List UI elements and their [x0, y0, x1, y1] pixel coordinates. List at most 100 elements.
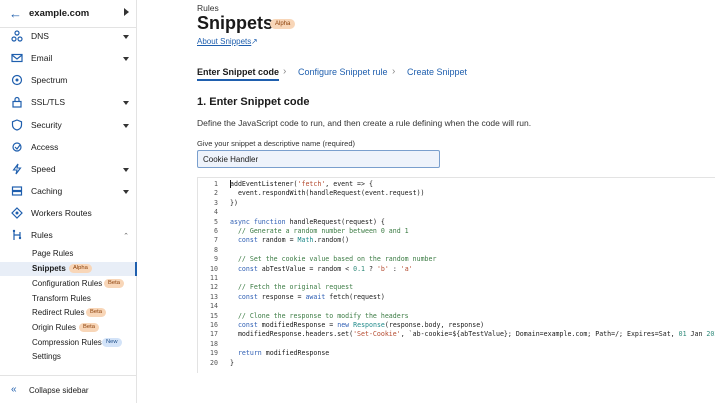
subitem-label: Redirect Rules: [32, 308, 85, 317]
collapse-sidebar-button[interactable]: « Collapse sidebar: [0, 375, 137, 403]
step-create-snippet[interactable]: Create Snippet: [407, 67, 467, 77]
line-number: 19: [210, 349, 218, 358]
alpha-badge: Alpha: [270, 19, 296, 29]
code-text[interactable]: event.respondWith(handleRequest(event.re…: [230, 189, 425, 198]
code-line[interactable]: 9 // Set the cookie value based on the r…: [198, 255, 715, 264]
back-arrow-icon[interactable]: ←: [9, 7, 22, 21]
line-number: 20: [210, 358, 218, 367]
sidebar-item-workers-routes[interactable]: Workers Routes: [0, 204, 137, 224]
sidebar-item-caching[interactable]: Caching: [0, 182, 137, 202]
code-line[interactable]: 15 // Clone the response to modify the h…: [198, 312, 715, 321]
sidebar-subitem-origin-rules[interactable]: Origin Rules Beta: [0, 321, 137, 335]
sidebar-item-access[interactable]: Access: [0, 138, 137, 158]
code-line[interactable]: 8: [198, 246, 715, 255]
code-text[interactable]: }): [230, 199, 238, 208]
code-text[interactable]: addEventListener('fetch', event => {: [230, 180, 373, 189]
line-number: 17: [210, 330, 218, 339]
code-line[interactable]: 16 const modifiedResponse = new Response…: [198, 321, 715, 330]
line-number: 9: [214, 255, 218, 264]
chevron-down-icon: [123, 124, 129, 128]
code-editor[interactable]: 1 addEventListener('fetch', event => {2 e…: [197, 177, 715, 373]
domain-name[interactable]: example.com: [29, 8, 89, 19]
code-text[interactable]: const abTestValue = random < 0.1 ? 'b' :…: [230, 265, 413, 274]
chevron-down-icon: [123, 168, 129, 172]
code-text[interactable]: modifiedResponse.headers.set('Set-Cookie…: [230, 330, 715, 339]
line-number: 8: [214, 245, 218, 254]
sidebar-item-speed[interactable]: Speed: [0, 160, 137, 180]
line-number: 2: [214, 189, 218, 198]
code-text[interactable]: async function handleRequest(request) {: [230, 218, 385, 227]
code-text[interactable]: const random = Math.random(): [230, 236, 349, 245]
step-configure-snippet-rule[interactable]: Configure Snippet rule: [298, 67, 388, 77]
chevron-down-icon: [123, 57, 129, 61]
network-icon: [11, 30, 23, 42]
chevron-down-icon: [123, 190, 129, 194]
sidebar-subitem-page-rules[interactable]: Page Rules: [0, 247, 137, 261]
sidebar-item-label: Spectrum: [31, 75, 68, 85]
line-number: 14: [210, 302, 218, 311]
sidebar-item-spectrum[interactable]: Spectrum: [0, 71, 137, 91]
code-text[interactable]: // Generate a random number between 0 an…: [230, 227, 409, 236]
chevron-right-icon[interactable]: [124, 8, 129, 16]
code-text[interactable]: }: [230, 359, 234, 368]
spectrum-icon: [11, 74, 23, 86]
code-text[interactable]: const response = await fetch(request): [230, 293, 385, 302]
sidebar-subitem-redirect-rules[interactable]: Redirect Rules Beta: [0, 306, 137, 320]
code-line[interactable]: 6 // Generate a random number between 0 …: [198, 227, 715, 236]
subitem-label: Settings: [32, 352, 61, 361]
sidebar-item-dns[interactable]: DNS: [0, 27, 137, 47]
subitem-label: Origin Rules: [32, 323, 77, 332]
line-number: 5: [214, 217, 218, 226]
caching-icon: [11, 186, 23, 196]
step-enter-snippet-code[interactable]: Enter Snippet code: [197, 67, 279, 77]
code-line[interactable]: 2 event.respondWith(handleRequest(event.…: [198, 189, 715, 198]
code-line[interactable]: 12 // Fetch the original request: [198, 283, 715, 292]
code-text[interactable]: const modifiedResponse = new Response(re…: [230, 321, 484, 330]
section-title: 1. Enter Snippet code: [197, 96, 310, 108]
sidebar-item-email[interactable]: Email: [0, 49, 137, 69]
code-line[interactable]: 18: [198, 340, 715, 349]
line-number: 12: [210, 283, 218, 292]
line-number: 16: [210, 321, 218, 329]
rules-icon: [12, 229, 22, 240]
code-text[interactable]: // Fetch the original request: [230, 283, 353, 292]
sidebar-header: ← example.com: [0, 0, 137, 28]
code-line[interactable]: 1 addEventListener('fetch', event => {: [198, 180, 715, 189]
sidebar-item-security[interactable]: Security: [0, 116, 137, 136]
breadcrumb[interactable]: Rules: [197, 3, 219, 13]
sidebar-subitem-compression-rules[interactable]: Compression Rules New: [0, 336, 137, 350]
code-text[interactable]: // Set the cookie value based on the ran…: [230, 255, 437, 264]
sidebar-subitem-transform-rules[interactable]: Transform Rules: [0, 292, 137, 306]
code-line[interactable]: 4: [198, 208, 715, 217]
snippet-name-label: Give your snippet a descriptive name (re…: [197, 139, 355, 148]
sidebar-subitem-snippets[interactable]: Snippets Alpha: [0, 262, 137, 276]
code-text[interactable]: // Clone the response to modify the head…: [230, 312, 409, 321]
sidebar-item-rules[interactable]: Rules ⌃: [0, 226, 137, 246]
code-line[interactable]: 14: [198, 302, 715, 311]
new-badge: New: [102, 338, 122, 347]
code-line[interactable]: 5 async function handleRequest(request) {: [198, 218, 715, 227]
code-line[interactable]: 13 const response = await fetch(request): [198, 293, 715, 302]
snippet-name-input[interactable]: [197, 150, 440, 168]
code-line[interactable]: 10 const abTestValue = random < 0.1 ? 'b…: [198, 265, 715, 274]
alpha-badge: Alpha: [69, 264, 92, 273]
chevron-down-icon: [123, 35, 129, 39]
code-line[interactable]: 3}): [198, 199, 715, 208]
workers-icon: [11, 207, 23, 219]
about-snippets-link[interactable]: About Snippets: [197, 37, 251, 46]
code-line[interactable]: 7 const random = Math.random(): [198, 236, 715, 245]
double-chevron-left-icon: «: [11, 384, 17, 395]
chevron-right-icon: ›: [392, 66, 396, 77]
sidebar-item-ssl-tls[interactable]: SSL/TLS: [0, 93, 137, 113]
code-text[interactable]: return modifiedResponse: [230, 349, 329, 358]
code-line[interactable]: 17 modifiedResponse.headers.set('Set-Coo…: [198, 330, 715, 339]
chevron-right-icon: ›: [283, 66, 287, 77]
code-line[interactable]: 20}: [198, 359, 715, 368]
code-line[interactable]: 19 return modifiedResponse: [198, 349, 715, 358]
chevron-up-icon: ⌃: [123, 233, 129, 240]
sidebar-subitem-configuration-rules[interactable]: Configuration Rules Beta: [0, 277, 137, 291]
external-link-icon: ↗: [251, 37, 258, 46]
subitem-label: Configuration Rules: [32, 279, 103, 288]
code-line[interactable]: 11: [198, 274, 715, 283]
sidebar-subitem-settings[interactable]: Settings: [0, 350, 137, 364]
